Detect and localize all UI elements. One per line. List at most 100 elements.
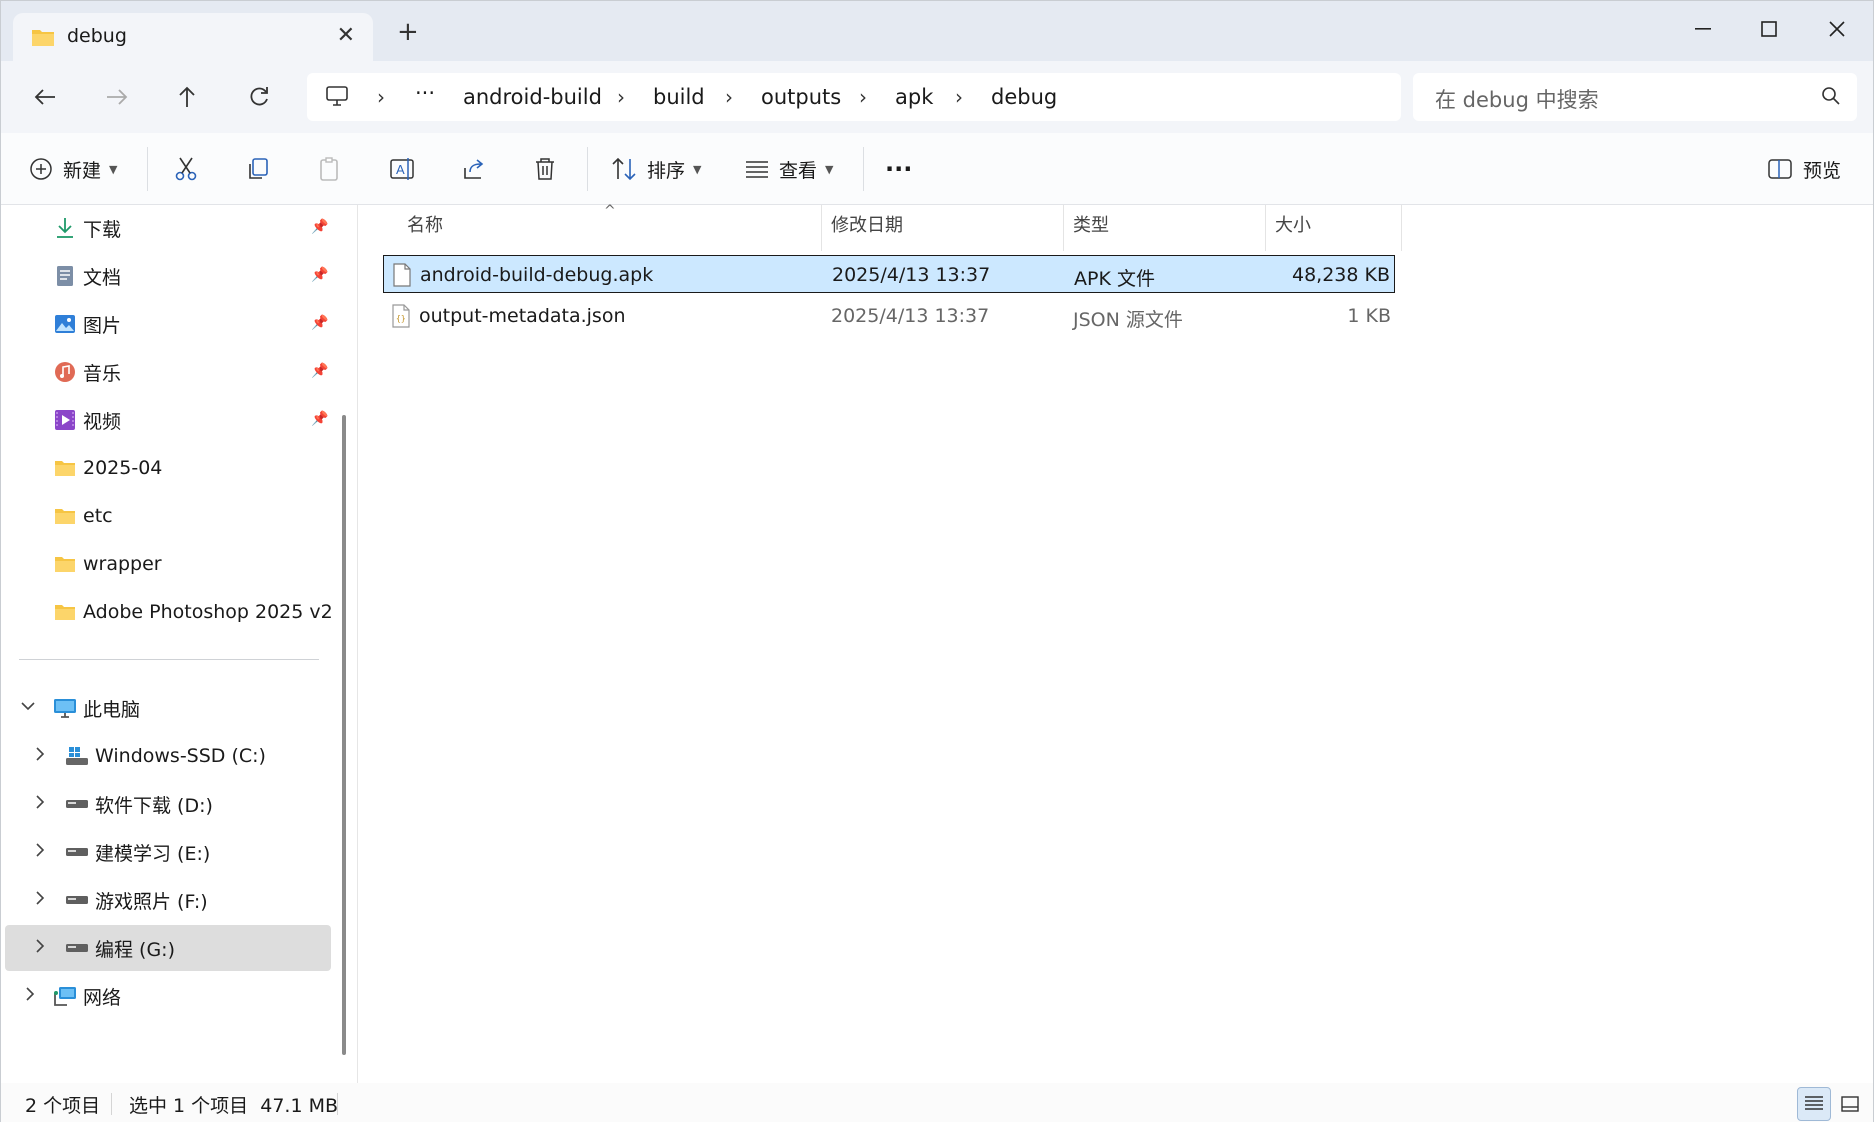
back-button[interactable] — [25, 79, 65, 115]
monitor-icon[interactable] — [325, 85, 349, 112]
column-header-type[interactable]: 类型 — [1073, 211, 1109, 237]
sidebar-item-label: Windows-SSD (C:) — [95, 745, 266, 767]
breadcrumb-outputs[interactable]: outputs — [761, 85, 841, 109]
sidebar-item-label: 游戏照片 (F:) — [95, 890, 208, 913]
refresh-button[interactable] — [239, 79, 279, 115]
chevron-right-icon[interactable] — [35, 939, 45, 957]
sidebar-item-drive-g[interactable]: 编程 (G:) — [5, 925, 331, 971]
pin-icon[interactable]: 📌 — [311, 411, 328, 427]
chevron-down-icon[interactable] — [21, 699, 35, 715]
breadcrumb-build[interactable]: build — [653, 85, 705, 109]
breadcrumb-chevron-icon[interactable]: › — [859, 85, 867, 109]
documents-icon — [53, 264, 77, 288]
new-button[interactable]: 新建 ▼ — [29, 151, 117, 187]
file-list: ^ 名称 修改日期 类型 大小 android-build-debug.apk … — [359, 203, 1873, 1083]
download-icon — [53, 216, 77, 240]
file-row-apk[interactable]: android-build-debug.apk 2025/4/13 13:37 … — [383, 255, 1395, 293]
column-divider[interactable] — [1265, 205, 1266, 251]
breadcrumb-apk[interactable]: apk — [895, 85, 933, 109]
column-divider[interactable] — [1063, 205, 1064, 251]
maximize-button[interactable] — [1739, 11, 1799, 47]
sidebar-item-drive-d[interactable]: 软件下载 (D:) — [5, 781, 331, 827]
tab-debug[interactable]: debug ✕ — [13, 13, 373, 61]
sidebar-item-folder-wrapper[interactable]: wrapper — [5, 541, 331, 587]
sidebar-item-folder-2025-04[interactable]: 2025-04 — [5, 445, 331, 491]
details-view-button[interactable] — [1797, 1087, 1831, 1121]
share-button[interactable] — [461, 151, 487, 187]
copy-button[interactable] — [245, 151, 271, 187]
pin-icon[interactable]: 📌 — [311, 219, 328, 235]
paste-button[interactable] — [317, 151, 343, 187]
breadcrumb-debug[interactable]: debug — [991, 85, 1057, 109]
address-bar[interactable]: › ··· android-build › build › outputs › … — [307, 73, 1401, 121]
sidebar-item-downloads[interactable]: 下载 📌 — [5, 205, 331, 251]
command-bar: 新建 ▼ A 排序 ▼ 查看 ▼ ··· 预览 — [1, 133, 1873, 205]
chevron-right-icon[interactable] — [35, 747, 45, 765]
item-count: 2 个项目 — [25, 1095, 101, 1117]
search-icon[interactable] — [1821, 86, 1841, 111]
sidebar-item-drive-f[interactable]: 游戏照片 (F:) — [5, 877, 331, 923]
new-tab-button[interactable]: + — [397, 19, 419, 45]
breadcrumb-chevron-icon[interactable]: › — [725, 85, 733, 109]
cut-button[interactable] — [173, 151, 199, 187]
breadcrumb-android-build[interactable]: android-build — [463, 85, 602, 109]
chevron-down-icon: ▼ — [825, 162, 834, 176]
sidebar-item-folder-photoshop[interactable]: Adobe Photoshop 2025 v26. — [5, 589, 331, 635]
chevron-right-icon[interactable] — [35, 843, 45, 861]
pane-divider[interactable] — [357, 205, 358, 1083]
sidebar-item-documents[interactable]: 文档 📌 — [5, 253, 331, 299]
tiles-view-button[interactable] — [1833, 1087, 1867, 1121]
pin-icon[interactable]: 📌 — [311, 315, 328, 331]
breadcrumb-chevron-icon[interactable]: › — [955, 85, 963, 109]
minimize-button[interactable] — [1673, 11, 1733, 47]
sidebar-scrollbar[interactable] — [341, 215, 347, 1059]
search-box[interactable]: 在 debug 中搜索 — [1413, 73, 1857, 121]
column-divider[interactable] — [821, 205, 822, 251]
file-size: 1 KB — [1347, 305, 1391, 327]
chevron-right-icon[interactable] — [35, 891, 45, 909]
details-view-icon — [1805, 1096, 1823, 1110]
column-header-name[interactable]: 名称 — [407, 211, 443, 237]
close-window-button[interactable] — [1807, 11, 1867, 47]
sidebar-item-music[interactable]: 音乐 📌 — [5, 349, 331, 395]
sidebar-item-this-pc[interactable]: 此电脑 — [5, 685, 331, 731]
sort-button[interactable]: 排序 ▼ — [611, 151, 701, 187]
navigation-bar: › ··· android-build › build › outputs › … — [1, 61, 1873, 133]
close-tab-icon[interactable]: ✕ — [337, 23, 355, 48]
sidebar-item-label: etc — [83, 505, 113, 527]
file-name[interactable]: output-metadata.json — [419, 305, 626, 327]
breadcrumb-chevron-icon[interactable]: › — [377, 85, 385, 109]
column-header-date[interactable]: 修改日期 — [831, 211, 903, 237]
sidebar-item-pictures[interactable]: 图片 📌 — [5, 301, 331, 347]
rename-icon: A — [390, 158, 414, 180]
pin-icon[interactable]: 📌 — [311, 267, 328, 283]
breadcrumb-chevron-icon[interactable]: › — [617, 85, 625, 109]
sidebar-item-videos[interactable]: 视频 📌 — [5, 397, 331, 443]
delete-button[interactable] — [533, 151, 557, 187]
chevron-right-icon[interactable] — [25, 987, 35, 1005]
scrollbar-thumb[interactable] — [342, 415, 346, 1055]
rename-button[interactable]: A — [389, 151, 417, 187]
view-button[interactable]: 查看 ▼ — [745, 151, 833, 187]
up-button[interactable] — [167, 79, 207, 115]
svg-text:A: A — [396, 162, 405, 177]
preview-pane-button[interactable]: 预览 — [1767, 151, 1841, 187]
videos-icon — [53, 408, 77, 432]
search-placeholder[interactable]: 在 debug 中搜索 — [1435, 84, 1599, 114]
drive-icon — [65, 792, 89, 816]
forward-button[interactable] — [97, 79, 137, 115]
sidebar-item-network[interactable]: 网络 — [5, 973, 331, 1019]
column-divider[interactable] — [1401, 205, 1402, 251]
pin-icon[interactable]: 📌 — [311, 363, 328, 379]
sidebar-item-drive-e[interactable]: 建模学习 (E:) — [5, 829, 331, 875]
file-row-json[interactable]: {} output-metadata.json 2025/4/13 13:37 … — [383, 297, 1395, 335]
sidebar-item-drive-c[interactable]: Windows-SSD (C:) — [5, 733, 331, 779]
sort-label: 排序 — [647, 159, 686, 182]
column-header-size[interactable]: 大小 — [1275, 211, 1311, 237]
file-name[interactable]: android-build-debug.apk — [420, 264, 653, 286]
more-options-button[interactable]: ··· — [885, 151, 912, 187]
sidebar-item-label: 文档 — [83, 266, 122, 289]
sidebar-item-folder-etc[interactable]: etc — [5, 493, 331, 539]
breadcrumb-more[interactable]: ··· — [415, 81, 435, 105]
chevron-right-icon[interactable] — [35, 795, 45, 813]
